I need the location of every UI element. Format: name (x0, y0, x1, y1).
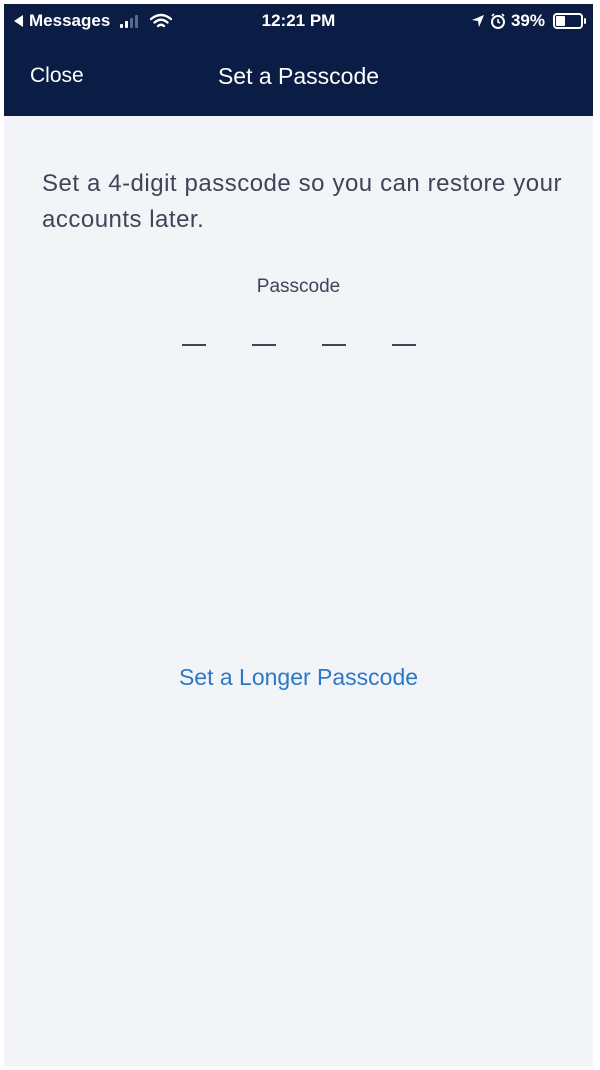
top-bar: Messages 12:21 PM 39% Close Set a Passco… (4, 4, 593, 116)
battery-icon (553, 13, 586, 29)
nav-bar: Close Set a Passcode (4, 52, 593, 96)
status-right: 39% (471, 11, 586, 31)
set-longer-passcode-link[interactable]: Set a Longer Passcode (4, 664, 593, 691)
passcode-digit-slot (321, 344, 346, 346)
passcode-digit-slot (251, 344, 276, 346)
page-title: Set a Passcode (217, 63, 380, 89)
instructions-text: Set a 4-digit passcode so you can restor… (42, 170, 562, 233)
battery-percent: 39% (510, 11, 545, 30)
passcode-digit-slot (181, 344, 206, 346)
passcode-digit-slot (391, 344, 416, 346)
screen: Messages 12:21 PM 39% Close Set a Passco… (4, 4, 593, 1067)
status-bar: Messages 12:21 PM 39% (4, 4, 593, 38)
passcode-input[interactable] (4, 344, 593, 346)
location-arrow-icon (471, 15, 484, 27)
passcode-label: Passcode (256, 276, 341, 297)
alarm-icon (490, 13, 505, 29)
